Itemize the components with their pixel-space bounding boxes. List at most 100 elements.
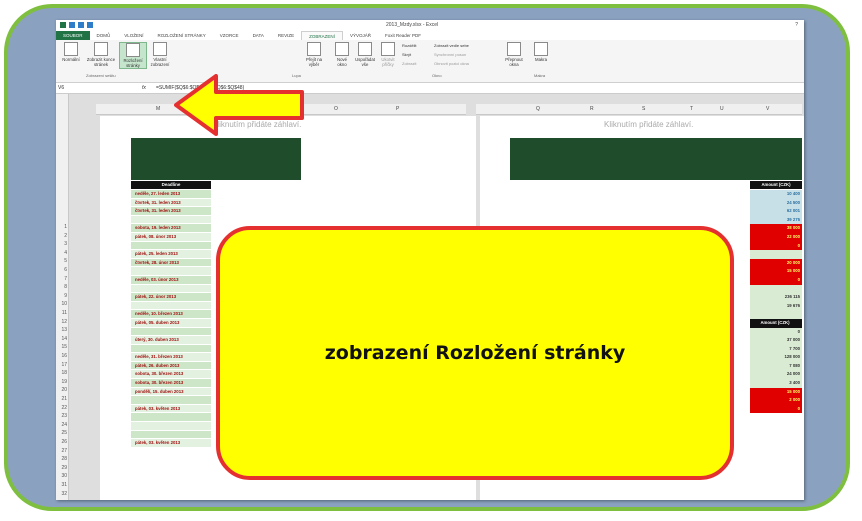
amount-cell[interactable]: [750, 284, 802, 294]
tab-zobrazen-[interactable]: ZOBRAZENÍ: [301, 30, 343, 41]
tab-foxit-reader-pdf[interactable]: Foxit Reader PDF: [378, 31, 428, 40]
deadline-cell[interactable]: pondělí, 15. duben 2013: [131, 387, 211, 397]
deadline-cell[interactable]: [131, 430, 211, 440]
amount-cell[interactable]: 0: [750, 404, 802, 414]
row-number[interactable]: 22: [56, 405, 67, 411]
row-number[interactable]: 19: [56, 379, 67, 385]
save-icon[interactable]: [69, 22, 75, 28]
amount-cell[interactable]: 0: [750, 241, 802, 251]
header-placeholder-right[interactable]: Kliknutím přidáte záhlaví.: [604, 120, 693, 129]
deadline-cell[interactable]: [131, 215, 211, 225]
tab-revize[interactable]: REVIZE: [271, 31, 301, 40]
deadline-cell[interactable]: čtvrtek, 31. leden 2013: [131, 207, 211, 216]
tab-vzorce[interactable]: VZORCE: [213, 31, 246, 40]
amount-cell[interactable]: 0: [750, 275, 802, 285]
deadline-cell[interactable]: úterý, 30. duben 2013: [131, 336, 211, 345]
deadline-cell[interactable]: neděle, 27. leden 2013: [131, 190, 211, 199]
tab-data[interactable]: DATA: [246, 31, 271, 40]
row-number[interactable]: 14: [56, 336, 67, 342]
deadline-cell[interactable]: pátek, 03. květen 2013: [131, 404, 211, 414]
amount-cell[interactable]: 0: [750, 327, 802, 337]
amount-cell[interactable]: 22 000: [750, 232, 802, 242]
page-break-view-button[interactable]: Zobrazit konce stránek: [86, 42, 116, 67]
amount-cell[interactable]: 24 000: [750, 370, 802, 380]
new-window-button[interactable]: Nové okno: [332, 42, 352, 67]
column-p-header[interactable]: P: [396, 106, 399, 112]
row-number[interactable]: 20: [56, 387, 67, 393]
zoom-to-selection-button[interactable]: Přejít na výběr: [302, 42, 326, 67]
switch-windows-button[interactable]: Přepnout okna: [502, 42, 526, 67]
amount-cell[interactable]: 3 400: [750, 379, 802, 388]
amount-cell[interactable]: 236 115: [750, 293, 802, 302]
deadline-cell[interactable]: neděle, 31. březen 2013: [131, 353, 211, 362]
row-number[interactable]: 9: [56, 293, 67, 299]
column-s-header[interactable]: S: [642, 106, 645, 112]
row-number[interactable]: 15: [56, 344, 67, 350]
name-box[interactable]: V6: [58, 85, 98, 91]
amount-cell[interactable]: [750, 250, 802, 259]
deadline-cell[interactable]: [131, 422, 211, 431]
deadline-cell[interactable]: sobota, 30. březen 2013: [131, 370, 211, 380]
column-t-header[interactable]: T: [690, 106, 693, 112]
fx-icon[interactable]: fx: [142, 85, 146, 91]
row-number[interactable]: 30: [56, 473, 67, 479]
deadline-cell[interactable]: pátek, 26. duben 2013: [131, 361, 211, 371]
row-number[interactable]: 5: [56, 258, 67, 264]
row-number[interactable]: 4: [56, 250, 67, 256]
deadline-cell[interactable]: pátek, 03. květen 2013: [131, 439, 211, 448]
amount-cell[interactable]: [750, 310, 802, 319]
amount-cell[interactable]: 20 000: [750, 258, 802, 268]
column-m-header[interactable]: M: [156, 106, 160, 112]
row-number[interactable]: 12: [56, 319, 67, 325]
tab-rozlo-en-str-nky[interactable]: ROZLOŽENÍ STRÁNKY: [151, 31, 213, 40]
split-option[interactable]: Rozdělit: [402, 43, 416, 48]
deadline-cell[interactable]: [131, 344, 211, 354]
deadline-cell[interactable]: [131, 413, 211, 423]
amount-cell[interactable]: 37 000: [750, 336, 802, 345]
deadline-cell[interactable]: [131, 241, 211, 251]
deadline-cell[interactable]: [131, 284, 211, 294]
amount-cell[interactable]: 24 500: [750, 198, 802, 208]
row-number[interactable]: 11: [56, 310, 67, 316]
deadline-cell[interactable]: čtvrtek, 28. únor 2013: [131, 258, 211, 268]
column-q-header[interactable]: Q: [536, 106, 540, 112]
row-number[interactable]: 28: [56, 456, 67, 462]
amount-cell[interactable]: 128 000: [750, 353, 802, 362]
arrange-all-button[interactable]: Uspořádat vše: [354, 42, 376, 67]
custom-views-button[interactable]: Vlastní zobrazení: [148, 42, 172, 67]
redo-icon[interactable]: [87, 22, 93, 28]
deadline-cell[interactable]: pátek, 08. únor 2013: [131, 232, 211, 242]
deadline-cell[interactable]: pátek, 05. duben 2013: [131, 318, 211, 328]
row-number[interactable]: 17: [56, 362, 67, 368]
column-r-header[interactable]: R: [590, 106, 594, 112]
tab-vlo-en-[interactable]: VLOŽENÍ: [117, 31, 150, 40]
row-number[interactable]: 6: [56, 267, 67, 273]
help-button[interactable]: ?: [795, 22, 798, 28]
amount-cell[interactable]: 19 676: [750, 301, 802, 311]
normal-view-button[interactable]: Normální: [59, 42, 83, 62]
amount-cell[interactable]: 7 080: [750, 361, 802, 371]
row-number[interactable]: 3: [56, 241, 67, 247]
row-number[interactable]: 29: [56, 465, 67, 471]
row-number[interactable]: 26: [56, 439, 67, 445]
row-number[interactable]: 13: [56, 327, 67, 333]
amount-cell[interactable]: 2 000: [750, 396, 802, 405]
amount-cell[interactable]: 38 000: [750, 224, 802, 233]
deadline-cell[interactable]: neděle, 10. březen 2013: [131, 310, 211, 319]
amount-cell[interactable]: 15 000: [750, 267, 802, 276]
amount-cell[interactable]: 39 275: [750, 215, 802, 225]
row-number[interactable]: 18: [56, 370, 67, 376]
row-number[interactable]: 21: [56, 396, 67, 402]
row-number[interactable]: 1: [56, 224, 67, 230]
hide-option[interactable]: Skrýt: [402, 52, 411, 57]
deadline-cell[interactable]: neděle, 03. únor 2013: [131, 275, 211, 285]
row-number[interactable]: 25: [56, 430, 67, 436]
column-u-header[interactable]: U: [720, 106, 724, 112]
row-number[interactable]: 7: [56, 276, 67, 282]
column-o-header[interactable]: O: [334, 106, 338, 112]
unhide-option[interactable]: Zobrazit: [402, 61, 416, 66]
row-number[interactable]: 27: [56, 448, 67, 454]
sync-scroll-option[interactable]: Synchronní posun: [434, 52, 466, 57]
deadline-cell[interactable]: [131, 301, 211, 311]
deadline-cell[interactable]: sobota, 19. leden 2013: [131, 224, 211, 233]
